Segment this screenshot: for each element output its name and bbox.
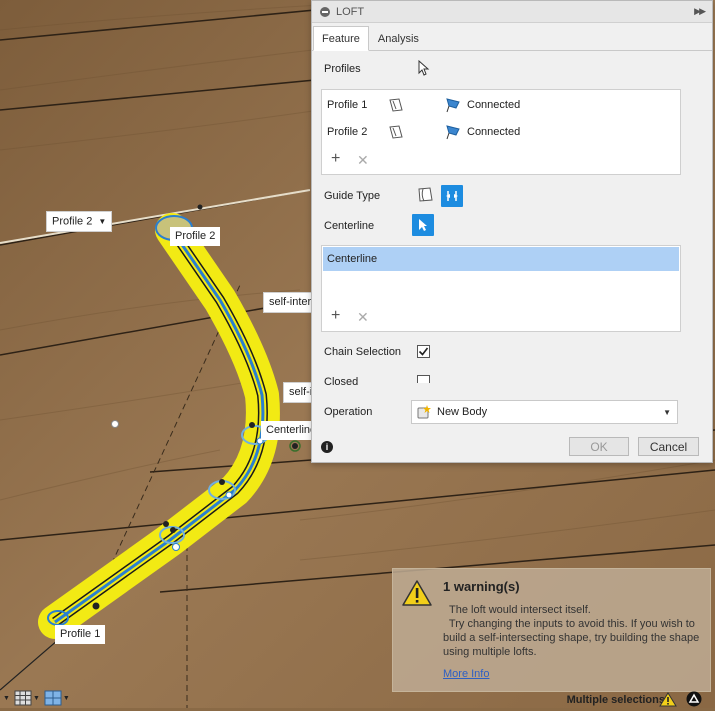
profile2-dropdown-tag[interactable]: Profile 2 ▼ xyxy=(46,211,113,233)
bottom-toolbar: ▼ ▼ ▼ xyxy=(0,688,80,708)
chain-selection-label: Chain Selection xyxy=(324,346,402,358)
loft-header: LOFT ▶▶ xyxy=(312,1,712,23)
add-centerline-icon[interactable]: + xyxy=(331,307,340,325)
remove-centerline-icon[interactable]: ✕ xyxy=(357,309,369,326)
chevron-down-icon[interactable]: ▼ xyxy=(63,695,70,702)
profiles-list: Profile 1 Connected Profile 2 Connected xyxy=(321,89,681,175)
remove-profile-icon[interactable]: ✕ xyxy=(357,152,369,169)
add-profile-icon[interactable]: + xyxy=(331,150,340,168)
status-warning-icon[interactable] xyxy=(659,692,677,707)
centerline-list-item[interactable]: Centerline xyxy=(323,247,679,271)
tab-feature[interactable]: Feature xyxy=(313,26,369,51)
profile1-tag: Profile 1 xyxy=(55,625,106,644)
connected-icon[interactable] xyxy=(445,124,463,140)
loft-dialog: LOFT ▶▶ Feature Analysis Profiles Profil… xyxy=(311,0,713,463)
centerline-guide-icon xyxy=(446,191,458,201)
chevron-down-icon[interactable]: ▼ xyxy=(33,695,40,702)
operation-select[interactable]: New Body ▼ xyxy=(411,400,678,424)
warning-icon xyxy=(402,580,432,606)
ok-button[interactable]: OK xyxy=(569,437,629,456)
tab-analysis[interactable]: Analysis xyxy=(369,26,428,50)
profile-row-2[interactable]: Profile 2 Connected xyxy=(327,124,520,140)
closed-checkbox[interactable] xyxy=(417,375,430,383)
warning-line-1: The loft would intersect itself. xyxy=(449,604,591,616)
profile-row-1[interactable]: Profile 1 Connected xyxy=(327,97,520,113)
operation-value: New Body xyxy=(437,406,488,418)
chevron-down-icon: ▼ xyxy=(98,217,107,226)
grid-icon[interactable] xyxy=(14,690,32,706)
more-info-link[interactable]: More Info xyxy=(443,668,489,680)
loft-title: LOFT xyxy=(336,5,365,18)
checkmark-icon xyxy=(418,347,429,356)
profile-sketch-icon[interactable] xyxy=(387,124,405,140)
chevron-down-icon: ▼ xyxy=(663,407,671,417)
centerline-guide-button[interactable] xyxy=(441,185,463,207)
warning-line-4: using multiple lofts. xyxy=(443,646,537,658)
profile-sketch-icon[interactable] xyxy=(387,97,405,113)
centerline-list: Centerline + ✕ xyxy=(321,245,681,332)
warning-line-2: Try changing the inputs to avoid this. I… xyxy=(443,618,695,630)
info-icon[interactable]: i xyxy=(321,441,333,453)
guide-type-label: Guide Type xyxy=(324,190,381,202)
status-text: Multiple selections xyxy=(566,694,665,706)
profiles-label: Profiles xyxy=(324,63,361,75)
new-body-icon xyxy=(417,405,431,419)
collapse-icon[interactable] xyxy=(320,6,330,17)
chevron-down-icon[interactable]: ▼ xyxy=(3,695,10,702)
operation-label: Operation xyxy=(324,406,373,418)
loft-tabs: Feature Analysis xyxy=(312,23,712,51)
rails-guide-icon[interactable] xyxy=(415,186,435,204)
centerline-label: Centerline xyxy=(324,220,375,232)
cursor-icon xyxy=(418,60,430,76)
warning-title: 1 warning(s) xyxy=(443,579,520,594)
chain-selection-checkbox[interactable] xyxy=(417,345,430,358)
warning-panel: 1 warning(s) The loft would intersect it… xyxy=(392,568,711,692)
closed-label: Closed xyxy=(324,376,359,385)
warning-line-3: build a self-intersecting shape, try bui… xyxy=(443,632,700,644)
profile2-tag: Profile 2 xyxy=(170,227,221,246)
expand-icon[interactable]: ▶▶ xyxy=(694,6,706,17)
select-arrow-icon xyxy=(419,219,427,231)
cancel-button[interactable]: Cancel xyxy=(638,437,699,456)
viewports-icon[interactable] xyxy=(44,690,62,706)
centerline-select-button[interactable] xyxy=(412,214,434,236)
connected-icon[interactable] xyxy=(445,97,463,113)
activity-icon[interactable] xyxy=(686,691,702,707)
